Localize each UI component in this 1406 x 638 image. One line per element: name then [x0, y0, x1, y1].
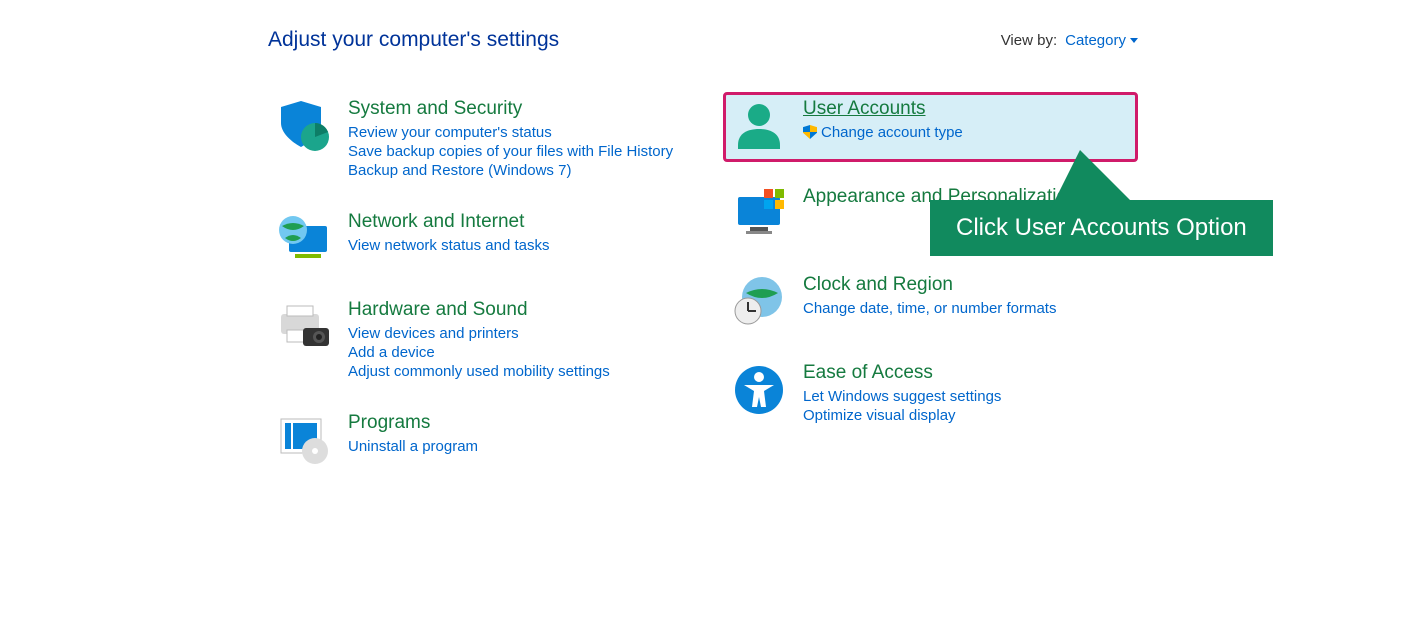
- printer-camera-icon: [276, 299, 332, 355]
- header-row: Adjust your computer's settings View by:…: [268, 28, 1138, 52]
- category-sublink[interactable]: Backup and Restore (Windows 7): [348, 162, 675, 179]
- instruction-callout: Click User Accounts Option: [930, 200, 1273, 256]
- category-body: Programs Uninstall a program: [348, 412, 675, 468]
- view-by-value[interactable]: Category: [1065, 32, 1138, 49]
- category-ease-of-access: Ease of Access Let Windows suggest setti…: [723, 356, 1138, 432]
- view-by-selector[interactable]: View by: Category: [1001, 32, 1138, 49]
- category-body: Network and Internet View network status…: [348, 211, 675, 267]
- category-sublink[interactable]: Uninstall a program: [348, 438, 675, 455]
- category-sublink[interactable]: View devices and printers: [348, 325, 675, 342]
- category-sublink[interactable]: Change date, time, or number formats: [803, 300, 1130, 317]
- category-title-link[interactable]: Programs: [348, 412, 430, 434]
- category-body: Hardware and Sound View devices and prin…: [348, 299, 675, 380]
- category-body: System and Security Review your computer…: [348, 98, 675, 179]
- accessibility-icon: [731, 362, 787, 418]
- category-body: User Accounts Change account type: [803, 98, 1130, 154]
- callout-text: Click User Accounts Option: [956, 214, 1247, 241]
- category-programs: Programs Uninstall a program: [268, 406, 683, 476]
- category-title-link[interactable]: Clock and Region: [803, 274, 953, 296]
- category-sublink[interactable]: View network status and tasks: [348, 237, 675, 254]
- category-title-link[interactable]: Ease of Access: [803, 362, 933, 384]
- category-hardware-sound: Hardware and Sound View devices and prin…: [268, 293, 683, 388]
- page-title: Adjust your computer's settings: [268, 28, 559, 52]
- category-sublink[interactable]: Let Windows suggest settings: [803, 388, 1130, 405]
- category-title-link[interactable]: User Accounts: [803, 98, 926, 120]
- window-disc-icon: [276, 412, 332, 468]
- left-column: System and Security Review your computer…: [268, 92, 683, 494]
- category-sublink[interactable]: Change account type: [803, 124, 1130, 141]
- category-title-link[interactable]: Hardware and Sound: [348, 299, 528, 321]
- user-icon: [731, 98, 787, 154]
- category-body: Ease of Access Let Windows suggest setti…: [803, 362, 1130, 424]
- category-network-internet: Network and Internet View network status…: [268, 205, 683, 275]
- category-columns: System and Security Review your computer…: [268, 92, 1138, 494]
- dropdown-caret-icon: [1130, 38, 1138, 43]
- category-title-link[interactable]: System and Security: [348, 98, 522, 120]
- category-sublink[interactable]: Adjust commonly used mobility settings: [348, 363, 675, 380]
- category-title-link[interactable]: Network and Internet: [348, 211, 524, 233]
- monitor-tiles-icon: [731, 186, 787, 242]
- category-sublink[interactable]: Review your computer's status: [348, 124, 675, 141]
- globe-monitor-icon: [276, 211, 332, 267]
- view-by-label: View by:: [1001, 32, 1057, 49]
- clock-globe-icon: [731, 274, 787, 330]
- category-sublink[interactable]: Save backup copies of your files with Fi…: [348, 143, 675, 160]
- category-system-security: System and Security Review your computer…: [268, 92, 683, 187]
- view-by-value-text: Category: [1065, 32, 1126, 49]
- category-clock-region: Clock and Region Change date, time, or n…: [723, 268, 1138, 338]
- category-sublink[interactable]: Add a device: [348, 344, 675, 361]
- category-body: Clock and Region Change date, time, or n…: [803, 274, 1130, 330]
- shield-stats-icon: [276, 98, 332, 154]
- category-sublink[interactable]: Optimize visual display: [803, 407, 1130, 424]
